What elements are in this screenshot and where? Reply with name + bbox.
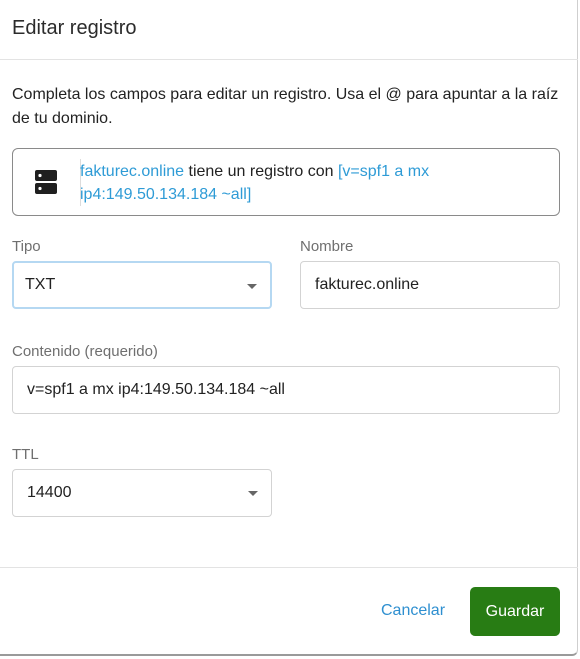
type-select[interactable]: TXT [12,261,272,309]
name-label: Nombre [300,238,354,255]
content-input[interactable]: v=spf1 a mx ip4:149.50.134.184 ~all [12,366,560,414]
type-select-value: TXT [25,276,56,293]
dialog-description: Completa los campos para editar un regis… [12,86,559,127]
ttl-select-value: 14400 [27,484,72,501]
server-icon [35,170,57,194]
dialog-title: Editar registro [12,17,137,39]
record-info-middle: tiene un registro con [184,163,338,180]
chevron-down-icon [247,284,257,289]
save-button[interactable]: Guardar [470,587,560,636]
chevron-down-icon [248,491,258,496]
type-label: Tipo [12,238,41,255]
ttl-label: TTL [12,446,39,463]
footer-divider [0,567,578,568]
record-domain: fakturec.online [80,163,185,180]
content-label: Contenido (requerido) [12,343,158,360]
edit-record-dialog: Editar registro Completa los campos para… [0,0,578,656]
record-info-text: fakturec.online tiene un registro con [v… [80,160,500,206]
ttl-select[interactable]: 14400 [12,469,272,517]
cancel-button[interactable]: Cancelar [370,587,456,635]
name-input[interactable]: fakturec.online [300,261,560,309]
record-info-box: fakturec.online tiene un registro con [v… [12,148,560,216]
dialog-header: Editar registro [0,0,578,60]
